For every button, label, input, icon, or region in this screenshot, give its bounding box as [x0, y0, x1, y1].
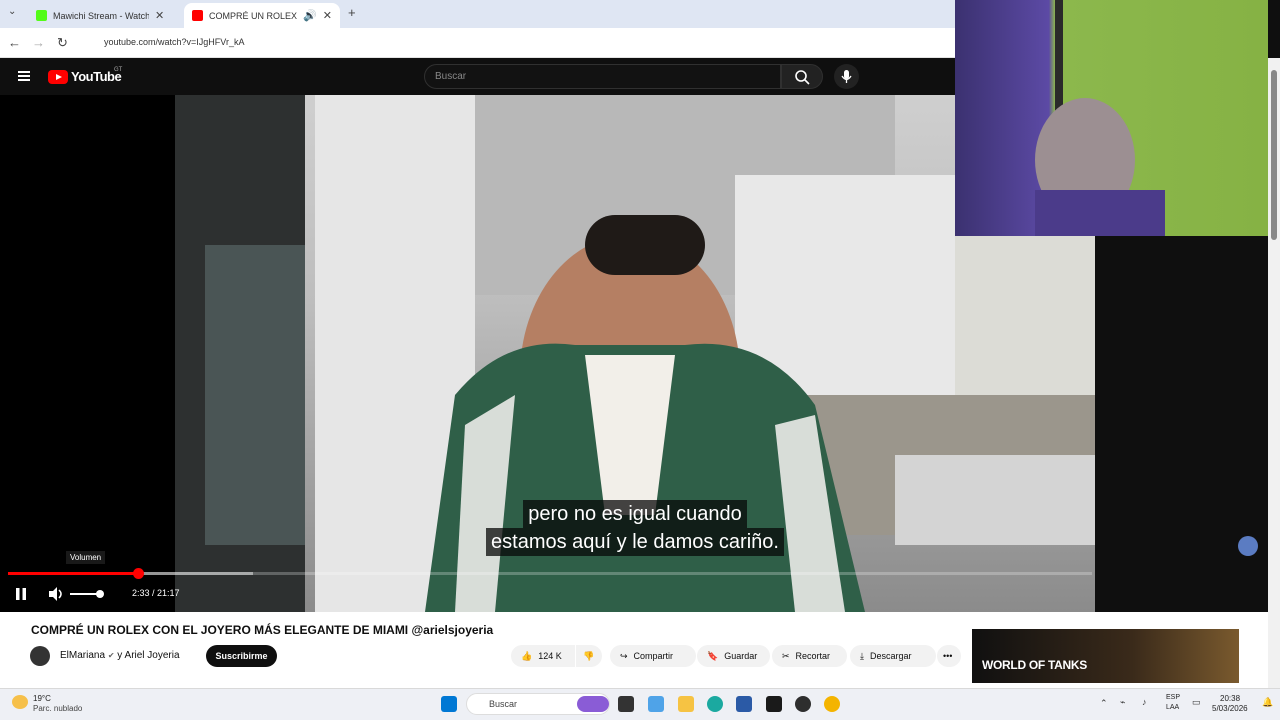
close-tab-icon[interactable]: ✕: [155, 9, 164, 22]
speaker-icon[interactable]: 🔊: [303, 9, 317, 22]
ad-banner[interactable]: [972, 629, 1239, 683]
subtitle-line: pero no es igual cuando: [523, 500, 747, 528]
tab-title: COMPRÉ UN ROLEX CON E: [209, 10, 298, 21]
progress-played: [8, 572, 139, 575]
browser-tab-strip: ⌄ Mawichi Stream - Watch L ✕ COMPRÉ UN R…: [0, 0, 955, 28]
share-icon: ↪: [620, 650, 628, 661]
tab-title: Mawichi Stream - Watch L: [53, 10, 149, 21]
video-title: COMPRÉ UN ROLEX CON EL JOYERO MÁS ELEGAN…: [31, 623, 494, 637]
forward-icon[interactable]: →: [32, 35, 45, 50]
language-indicator[interactable]: ESP: [1166, 694, 1180, 701]
right-panel-background: [1095, 236, 1268, 612]
url-text: youtube.com/watch?v=IJgHFVr_kA: [104, 37, 245, 47]
clock-time[interactable]: 20:38: [1220, 694, 1240, 703]
like-count: 124 K: [538, 651, 562, 661]
subtitle-line: estamos aquí y le damos cariño.: [486, 528, 784, 556]
reload-icon[interactable]: ↻: [57, 35, 68, 51]
chrome-icon[interactable]: [824, 696, 840, 712]
progress-scrubber[interactable]: [133, 568, 145, 579]
clip-label: Recortar: [795, 651, 831, 661]
store-icon[interactable]: [736, 696, 752, 712]
thumbs-up-icon: 👍: [521, 650, 533, 661]
country-code: GT: [114, 67, 123, 73]
notification-icon[interactable]: 🔔: [1262, 697, 1273, 708]
hamburger-menu-icon[interactable]: [18, 71, 30, 81]
search-button[interactable]: [781, 64, 823, 89]
bookmark-icon: 🔖: [707, 650, 719, 661]
youtube-play-icon: [48, 69, 68, 84]
volume-knob[interactable]: [96, 590, 104, 598]
weather-temperature[interactable]: 19°C: [33, 694, 51, 703]
verified-icon: ✔: [107, 651, 115, 660]
search-highlight-icon: [577, 696, 609, 712]
share-button[interactable]: ↪ Compartir: [610, 645, 696, 667]
network-icon[interactable]: ⌁: [1120, 697, 1125, 708]
weather-icon: [12, 695, 28, 709]
scissors-icon: ✂: [782, 650, 790, 661]
subscribe-button[interactable]: Suscribirme: [206, 645, 277, 667]
taskbar: [0, 688, 1280, 720]
mute-button[interactable]: [47, 586, 65, 605]
kick-favicon-icon: [36, 10, 47, 21]
search-icon: [795, 70, 810, 85]
weather-description[interactable]: Parc. nublado: [33, 704, 82, 713]
speaker-tray-icon[interactable]: ♪: [1142, 697, 1147, 707]
download-icon: ⤓: [860, 650, 864, 661]
clock-date[interactable]: 5/03/2026: [1212, 704, 1248, 713]
youtube-favicon-icon: [192, 10, 203, 21]
back-icon[interactable]: ←: [8, 35, 21, 50]
time-display: 2:33 / 21:17: [132, 588, 180, 598]
keyboard-layout[interactable]: LAA: [1166, 704, 1179, 711]
volume-icon: [49, 587, 62, 601]
pause-icon: [16, 588, 26, 600]
clip-button[interactable]: ✂ Recortar: [772, 645, 847, 667]
channel-name[interactable]: ElMariana: [60, 650, 105, 661]
pause-button[interactable]: [14, 587, 28, 604]
search-input[interactable]: Buscar: [424, 64, 781, 89]
edge-icon[interactable]: [707, 696, 723, 712]
close-tab-icon[interactable]: ✕: [323, 9, 332, 22]
collab-name[interactable]: y Ariel Joyeria: [117, 650, 179, 661]
voice-search-button[interactable]: [834, 64, 859, 89]
microphone-icon: [841, 70, 852, 83]
download-label: Descargar: [869, 651, 912, 661]
download-button[interactable]: ⤓ Descargar: [850, 645, 936, 667]
game-app-icon[interactable]: [795, 696, 811, 712]
channel-watermark[interactable]: [1238, 536, 1258, 556]
avatar[interactable]: [30, 646, 50, 666]
address-bar[interactable]: youtube.com/watch?v=IJgHFVr_kA: [80, 31, 950, 53]
dislike-button[interactable]: 👎: [576, 645, 602, 667]
copilot-icon[interactable]: [648, 696, 664, 712]
tab-list-chevron-icon[interactable]: ⌄: [8, 6, 16, 17]
webcam-overlay: [955, 0, 1268, 236]
browser-tab-youtube[interactable]: COMPRÉ UN ROLEX CON E 🔊 ✕: [184, 3, 340, 28]
ad-text: WORLD OF TANKS: [982, 658, 1087, 672]
new-tab-button[interactable]: +: [348, 5, 356, 20]
task-view-icon[interactable]: [618, 696, 634, 712]
share-label: Compartir: [633, 651, 674, 661]
volume-tooltip: Volumen: [66, 551, 106, 564]
like-button[interactable]: 👍 124 K: [511, 645, 575, 667]
tray-chevron-icon[interactable]: ⌃: [1100, 698, 1108, 709]
scrollbar-thumb[interactable]: [1271, 70, 1277, 240]
subtitles: pero no es igual cuando estamos aquí y l…: [0, 500, 1270, 556]
obs-app-icon[interactable]: [766, 696, 782, 712]
windows-start-icon[interactable]: [441, 696, 457, 712]
save-label: Guardar: [724, 651, 758, 661]
streamer-figure: [1035, 0, 1165, 236]
more-actions-button[interactable]: •••: [937, 645, 961, 667]
file-explorer-icon[interactable]: [678, 696, 694, 712]
thumbs-down-icon: 👎: [583, 650, 595, 661]
youtube-logo[interactable]: YouTube: [48, 69, 122, 84]
save-button[interactable]: 🔖 Guardar: [697, 645, 770, 667]
more-icon: •••: [943, 651, 953, 661]
display-icon[interactable]: ▭: [1192, 697, 1201, 708]
channel-names[interactable]: ElMariana ✔ y Ariel Joyeria: [60, 650, 180, 661]
browser-tab-kick[interactable]: Mawichi Stream - Watch L ✕: [28, 3, 180, 28]
